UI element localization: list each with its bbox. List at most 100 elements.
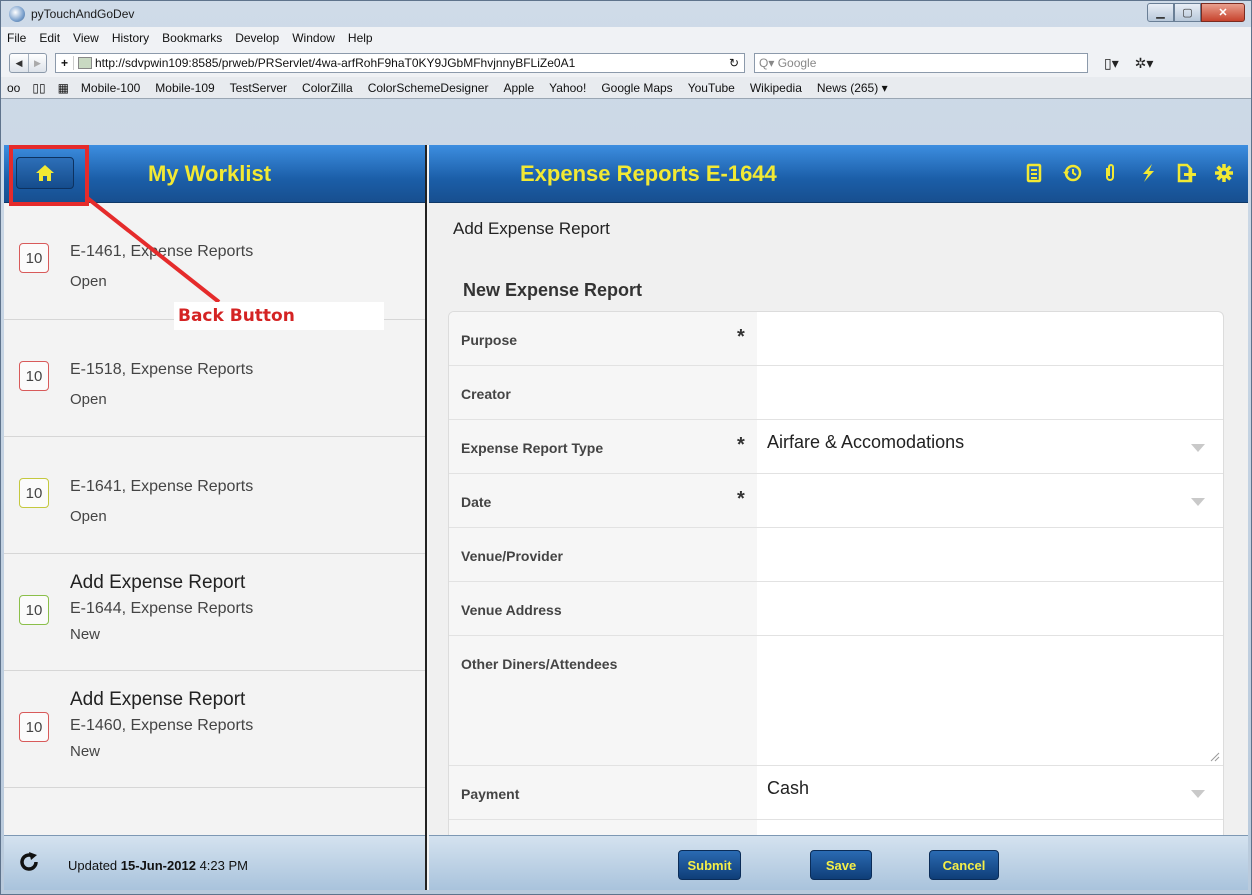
app-area: My Worklist 10 E-1461, Expense Reports O… [4, 145, 1248, 890]
form-row-attendees: Other Diners/Attendees [449, 636, 1223, 766]
history-icon[interactable] [1062, 163, 1082, 183]
bookmark-item[interactable]: Apple [503, 81, 534, 95]
form-row-partial [449, 820, 1223, 835]
menu-window[interactable]: Window [292, 31, 335, 45]
submit-button[interactable]: Submit [678, 850, 741, 880]
select-value: Airfare & Accomodations [767, 432, 965, 452]
maximize-button[interactable]: ▢ [1174, 3, 1201, 22]
toolbar-right: ▯▾ ✲▾ [1104, 55, 1165, 72]
bookmark-item[interactable]: YouTube [688, 81, 735, 95]
menu-file[interactable]: File [7, 31, 26, 45]
item-title: E-1644, Expense Reports [70, 600, 254, 617]
close-button[interactable]: ✕ [1201, 3, 1245, 22]
priority-badge: 10 [19, 361, 49, 391]
date-select[interactable] [757, 474, 1223, 527]
menu-help[interactable]: Help [348, 31, 373, 45]
address-bar: ◀ ▶ + http://sdvpwin109:8585/prweb/PRSer… [1, 49, 1251, 77]
list-item[interactable]: 10 Add Expense Report E-1460, Expense Re… [4, 671, 425, 788]
form-row-payment: Payment Cash [449, 766, 1223, 820]
bookmark-item[interactable]: ColorZilla [302, 81, 353, 95]
menu-bookmarks[interactable]: Bookmarks [162, 31, 222, 45]
item-title: E-1641, Expense Reports [70, 478, 254, 495]
browser-icon [9, 6, 25, 22]
field-label: Other Diners/Attendees [449, 636, 757, 765]
forward-nav-icon[interactable]: ▶ [28, 54, 46, 72]
url-field[interactable]: + http://sdvpwin109:8585/prweb/PRServlet… [55, 53, 745, 73]
worklist-footer: Updated 15-Jun-2012 4:23 PM [4, 835, 425, 890]
menu-history[interactable]: History [112, 31, 149, 45]
annotation-arrow [84, 195, 221, 304]
priority-badge: 10 [19, 595, 49, 625]
reader-icon[interactable]: oo [7, 81, 20, 95]
bookmark-item[interactable]: TestServer [230, 81, 287, 95]
favicon-icon [78, 57, 92, 69]
venue-provider-field[interactable] [757, 528, 1223, 581]
list-item[interactable]: 10 E-1518, Expense Reports Open [4, 320, 425, 437]
payment-select[interactable]: Cash [757, 766, 1223, 819]
required-marker: * [737, 434, 745, 456]
field-label: Venue Address [449, 582, 757, 635]
annotation-box [9, 145, 89, 206]
section-heading: New Expense Report [463, 280, 643, 300]
list-item[interactable]: 10 E-1641, Expense Reports Open [4, 437, 425, 554]
list-item[interactable] [4, 788, 425, 835]
search-input[interactable]: Q▾ Google [754, 53, 1088, 73]
item-status: New [70, 743, 101, 760]
settings-menu-icon[interactable]: ✲▾ [1135, 55, 1154, 71]
item-status: Open [70, 391, 107, 408]
attachment-icon[interactable] [1100, 163, 1120, 183]
creator-field[interactable] [757, 366, 1223, 419]
grid-icon[interactable]: ▦ [58, 81, 69, 95]
nav-buttons: ◀ ▶ [9, 53, 47, 73]
add-bookmark-icon[interactable]: + [56, 56, 74, 70]
bookmark-item[interactable]: ColorSchemeDesigner [368, 81, 489, 95]
form-row-venue: Venue/Provider [449, 528, 1223, 582]
case-header: Expense Reports E-1644 [429, 145, 1248, 203]
refresh-icon[interactable] [18, 851, 40, 873]
updated-prefix: Updated [68, 858, 118, 873]
bookmark-item[interactable]: Google Maps [601, 81, 672, 95]
chevron-down-icon [1191, 498, 1205, 506]
page-menu-icon[interactable]: ▯▾ [1104, 55, 1119, 71]
back-nav-icon[interactable]: ◀ [10, 54, 28, 72]
venue-address-field[interactable] [757, 582, 1223, 635]
bookmark-item[interactable]: Wikipedia [750, 81, 802, 95]
document-icon[interactable] [1024, 163, 1044, 183]
required-marker: * [737, 488, 745, 510]
save-button[interactable]: Save [810, 850, 872, 880]
minimize-button[interactable]: ▁ [1147, 3, 1174, 22]
window-controls: ▁ ▢ ✕ [1147, 3, 1245, 22]
chevron-down-icon [1191, 790, 1205, 798]
menu-edit[interactable]: Edit [39, 31, 60, 45]
title-bar: pyTouchAndGoDev ▁ ▢ ✕ [1, 1, 1251, 27]
bookmark-item[interactable]: News (265) ▾ [817, 81, 888, 95]
list-item[interactable]: 10 Add Expense Report E-1644, Expense Re… [4, 554, 425, 671]
menu-develop[interactable]: Develop [235, 31, 279, 45]
resize-handle-icon[interactable] [1210, 752, 1220, 762]
reload-icon[interactable]: ↻ [724, 56, 744, 70]
flash-icon[interactable] [1138, 163, 1158, 183]
annotation-label: Back Button [174, 302, 384, 330]
chevron-down-icon [1191, 444, 1205, 452]
window-title: pyTouchAndGoDev [31, 7, 135, 21]
field-label: Creator [449, 366, 757, 419]
purpose-field[interactable] [757, 312, 1223, 365]
bookmark-item[interactable]: Yahoo! [549, 81, 586, 95]
expense-type-select[interactable]: Airfare & Accomodations [757, 420, 1223, 473]
form-row-creator: Creator [449, 366, 1223, 420]
form-row-date: Date * [449, 474, 1223, 528]
gear-icon[interactable] [1214, 163, 1234, 183]
attendees-textarea[interactable] [757, 636, 1223, 765]
book-icon[interactable]: ▯▯ [32, 81, 45, 95]
add-page-icon[interactable] [1176, 163, 1196, 183]
menu-view[interactable]: View [73, 31, 99, 45]
item-heading: Add Expense Report [70, 689, 246, 710]
item-title: E-1518, Expense Reports [70, 361, 254, 378]
updated-time: 4:23 PM [199, 858, 248, 873]
field-label: Venue/Provider [449, 528, 757, 581]
item-status: Open [70, 508, 107, 525]
bookmark-item[interactable]: Mobile-100 [81, 81, 140, 95]
cancel-button[interactable]: Cancel [929, 850, 999, 880]
bookmark-item[interactable]: Mobile-109 [155, 81, 214, 95]
url-text: http://sdvpwin109:8585/prweb/PRServlet/4… [95, 56, 576, 70]
